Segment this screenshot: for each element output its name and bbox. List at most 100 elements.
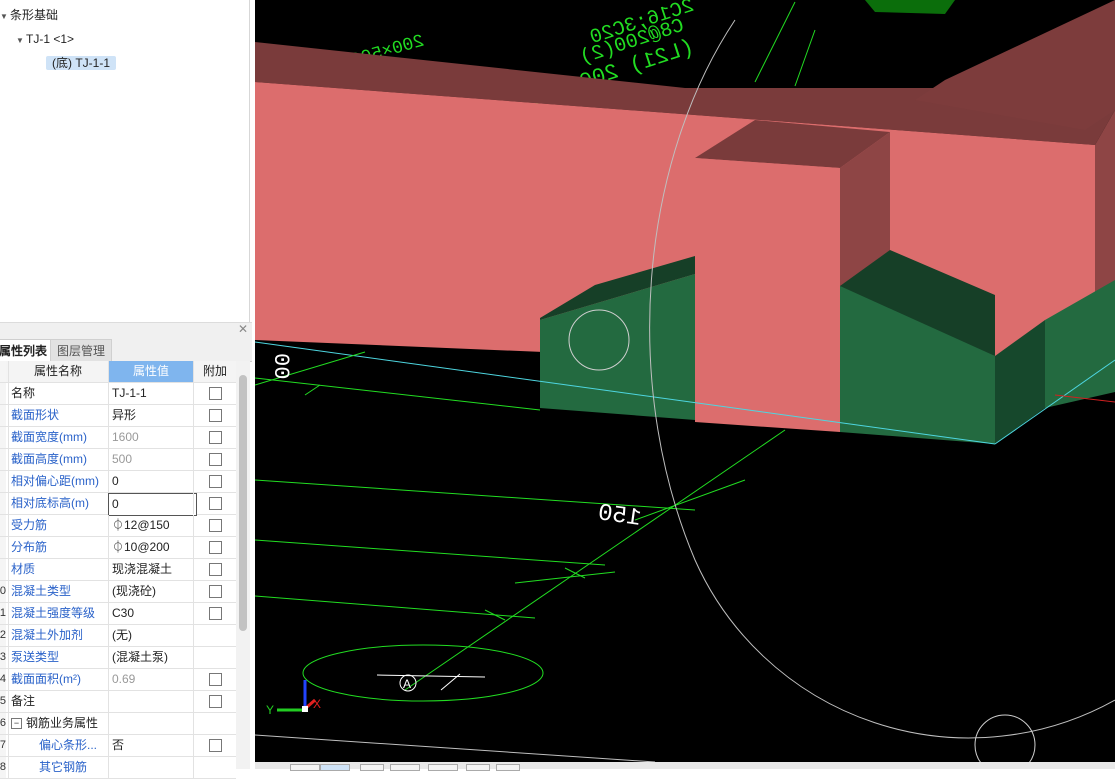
tree-node-tj1-1[interactable]: (底) TJ-1-1 [46,53,116,73]
property-name-text: 偏心条形... [39,738,98,752]
property-extra-cell [193,493,236,514]
axis-label: A [403,677,411,691]
property-row[interactable]: 材质 现浇混凝土 [0,559,236,581]
component-tree: ▼ 条形基础 ▼ TJ-1 <1> (底) TJ-1-1 [0,0,250,322]
tree-node-label: 条形基础 [10,8,59,22]
property-row[interactable]: 分布筋 ⏀10@200 [0,537,236,559]
far-green-beam [865,0,955,14]
scrollbar-thumb[interactable] [239,375,247,631]
row-number [0,405,6,426]
property-value[interactable]: (混凝土泵) [108,647,196,668]
vertical-scrollbar[interactable] [236,361,250,769]
property-row[interactable]: 截面形状 异形 [0,405,236,427]
property-value[interactable]: (现浇砼) [108,581,196,602]
property-name-text: 截面形状 [11,408,60,422]
collapse-icon[interactable]: − [11,718,22,730]
property-name: 混凝土外加剂 [8,625,109,646]
property-value[interactable] [108,713,196,734]
property-row[interactable]: 3 泵送类型 (混凝土泵) [0,647,236,669]
row-number: 3 [0,647,6,668]
toolbar-button[interactable] [290,764,320,771]
extra-checkbox[interactable] [209,673,222,686]
row-number: 5 [0,691,6,712]
tab-properties[interactable]: 属性列表 [0,339,55,362]
toolbar-button[interactable] [390,764,420,771]
extra-checkbox[interactable] [209,475,222,488]
toolbar-button[interactable] [496,764,520,771]
property-value[interactable]: C30 [108,603,196,624]
property-value[interactable]: 现浇混凝土 [108,559,196,580]
row-number [0,427,6,448]
property-value[interactable] [108,691,196,712]
property-name-text: 分布筋 [11,540,48,554]
property-value[interactable]: 否 [108,735,196,756]
property-value[interactable]: 0 [108,471,196,492]
property-value[interactable] [108,757,196,778]
property-value[interactable]: 0.69 [108,669,196,690]
property-name-text: 相对偏心距(mm) [11,474,99,488]
property-row[interactable]: 截面宽度(mm) 1600 [0,427,236,449]
extra-checkbox[interactable] [209,409,222,422]
property-value[interactable]: 1600 [108,427,196,448]
property-row[interactable]: 1 混凝土强度等级 C30 [0,603,236,625]
property-name-text: 截面宽度(mm) [11,430,87,444]
extra-checkbox[interactable] [209,497,222,510]
property-name: 材质 [8,559,109,580]
property-value[interactable]: (无) [108,625,196,646]
collapse-triangle-icon[interactable]: ▼ [16,31,26,51]
tab-layers[interactable]: 图层管理 [50,339,113,362]
property-row[interactable]: 8 其它钢筋 [0,757,236,779]
row-number: 1 [0,603,6,624]
property-value[interactable]: ⏀12@150 [108,515,196,536]
property-extra-cell [193,603,236,624]
property-row[interactable]: 受力筋 ⏀12@150 [0,515,236,537]
extra-checkbox[interactable] [209,541,222,554]
cad-canvas[interactable]: (L21) 200×500 C8@200(2) 2C16;3C20 200×50… [255,0,1115,769]
property-row[interactable]: 截面高度(mm) 500 [0,449,236,471]
property-row[interactable]: 相对偏心距(mm) 0 [0,471,236,493]
extra-checkbox[interactable] [209,453,222,466]
property-value[interactable]: TJ-1-1 [108,383,196,404]
property-value-input[interactable]: 0 [108,493,197,516]
toolbar-button[interactable] [466,764,490,771]
toolbar-button[interactable] [320,764,350,771]
properties-table: 属性名称 属性值 附加 名称 TJ-1-1 截面形状 异形 截面宽度(mm) 1600 截面… [0,361,236,779]
extra-checkbox[interactable] [209,387,222,400]
row-number [0,493,6,514]
row-number: 6 [0,713,6,734]
property-extra-cell [193,383,236,404]
ucs-x-label: X [313,697,321,711]
extra-checkbox[interactable] [209,519,222,532]
extra-checkbox[interactable] [209,585,222,598]
row-number [0,537,6,558]
extra-checkbox[interactable] [209,607,222,620]
property-row[interactable]: 5 备注 [0,691,236,713]
panel-splitter[interactable]: ✕ [0,322,252,337]
property-row[interactable]: 0 混凝土类型 (现浇砼) [0,581,236,603]
tree-node-tj1[interactable]: ▼ TJ-1 <1> [16,29,74,49]
property-extra-cell [193,757,236,778]
3d-viewport[interactable]: (L21) 200×500 C8@200(2) 2C16;3C20 200×50… [255,0,1115,769]
property-value[interactable]: 500 [108,449,196,470]
property-name-text: 截面高度(mm) [11,452,87,466]
toolbar-button[interactable] [360,764,384,771]
tree-node-root[interactable]: ▼ 条形基础 [0,5,58,25]
extra-checkbox[interactable] [209,739,222,752]
close-icon[interactable]: ✕ [238,322,248,336]
toolbar-button[interactable] [428,764,458,771]
property-row[interactable]: 6− 钢筋业务属性 [0,713,236,735]
property-name: 截面宽度(mm) [8,427,109,448]
property-row[interactable]: 7 偏心条形... 否 [0,735,236,757]
ucs-origin [302,706,308,712]
property-row[interactable]: 相对底标高(m) 0 [0,493,236,516]
collapse-triangle-icon[interactable]: ▼ [0,7,10,27]
property-extra-cell [193,581,236,602]
extra-checkbox[interactable] [209,431,222,444]
property-row[interactable]: 名称 TJ-1-1 [0,383,236,405]
property-value[interactable]: 异形 [108,405,196,426]
property-row[interactable]: 2 混凝土外加剂 (无) [0,625,236,647]
property-row[interactable]: 4 截面面积(m²) 0.69 [0,669,236,691]
property-value[interactable]: ⏀10@200 [108,537,196,558]
extra-checkbox[interactable] [209,695,222,708]
extra-checkbox[interactable] [209,563,222,576]
